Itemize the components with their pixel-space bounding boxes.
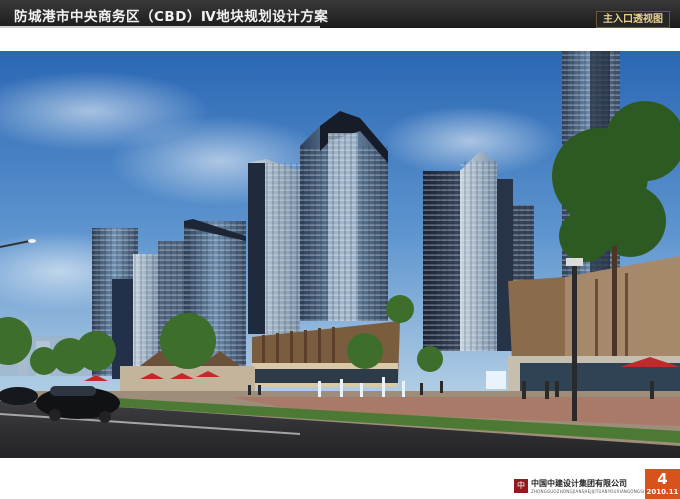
page-badge: 4 2010.11 [645, 469, 680, 499]
company-name-en: ZHONGGUOZHONGJIANSHEJIJITUANYOUXIANGONGS… [531, 489, 645, 494]
company-logo: 中 [514, 479, 528, 493]
page-date: 2010.11 [646, 488, 679, 496]
page-title: 防城港市中央商务区（CBD）Ⅳ地块规划设计方案 [14, 9, 329, 25]
page-number: 4 [657, 470, 668, 488]
header-bar: 防城港市中央商务区（CBD）Ⅳ地块规划设计方案 主入口透视图 [0, 0, 680, 28]
footer-bar: 中 中国中建设计集团有限公司 ZHONGGUOZHONGJIANSHEJIJIT… [0, 463, 680, 499]
rendering-image [0, 51, 680, 458]
architectural-rendering [0, 51, 680, 458]
view-label: 主入口透视图 [596, 11, 670, 28]
company-name: 中国中建设计集团有限公司 [531, 479, 627, 488]
title-underline [0, 26, 320, 28]
